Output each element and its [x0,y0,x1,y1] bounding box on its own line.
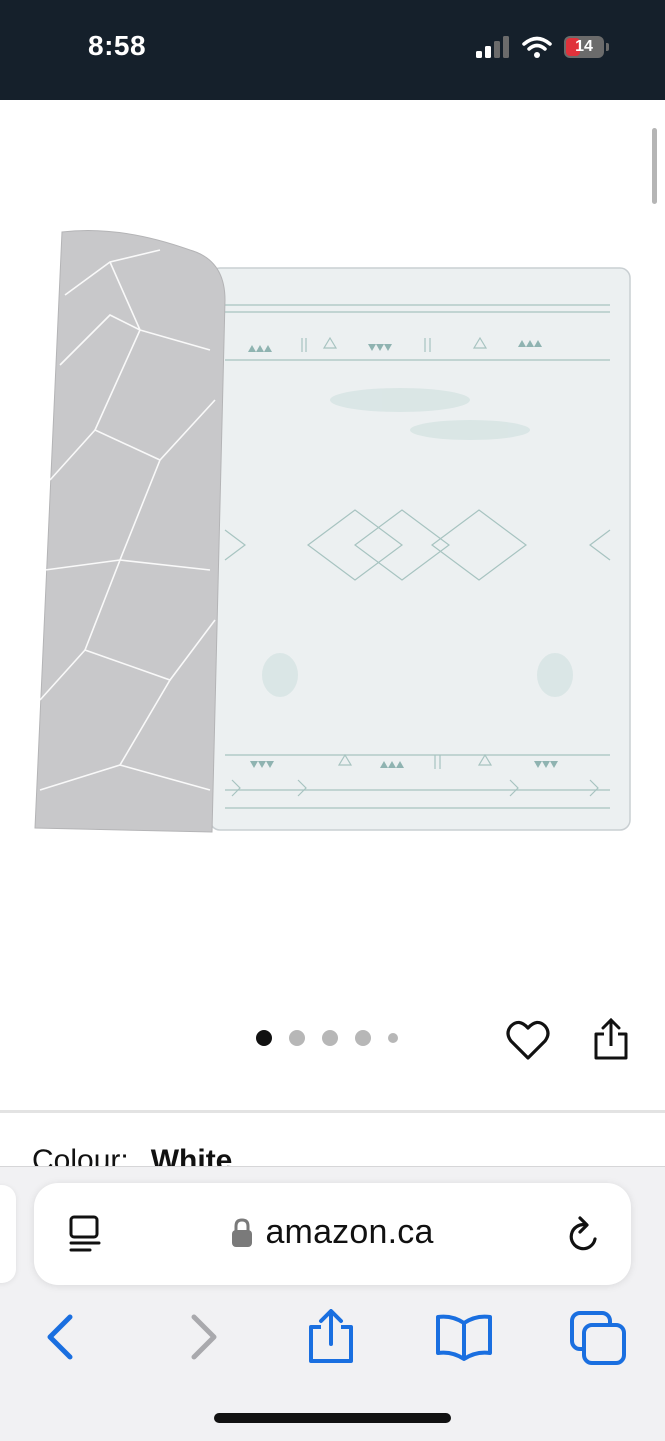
browser-toolbar: amazon.ca [0,1166,665,1441]
back-icon[interactable] [34,1309,94,1365]
forward-icon[interactable] [172,1309,232,1365]
carousel-dot-3[interactable] [322,1030,338,1046]
status-icons: 14 [476,36,609,58]
mat-front [209,267,631,831]
url-text[interactable]: amazon.ca [265,1213,433,1252]
share-icon[interactable] [301,1309,361,1365]
product-image[interactable] [0,100,665,1000]
bookmarks-icon[interactable] [434,1309,494,1365]
status-bar: 8:58 14 [0,0,665,100]
scroll-indicator [652,128,657,204]
share-icon[interactable] [590,1018,632,1062]
image-carousel-dots[interactable] [256,1030,398,1046]
mat-roll [34,230,226,833]
colour-value: White [150,1144,233,1166]
battery-icon: 14 [564,36,604,58]
carousel-dot-5[interactable] [388,1033,398,1043]
reload-icon[interactable] [565,1215,603,1255]
carousel-dot-1[interactable] [256,1030,272,1046]
address-bar[interactable]: amazon.ca [34,1183,631,1285]
url-display[interactable]: amazon.ca [34,1213,631,1252]
battery-level: 14 [575,38,593,55]
cellular-signal-icon [476,36,509,58]
heart-icon[interactable] [505,1018,551,1062]
lock-icon [232,1217,253,1247]
colour-selection-row: Colour: White [32,1142,652,1166]
carousel-dot-2[interactable] [289,1030,305,1046]
previous-tab-preview[interactable] [0,1185,16,1283]
colour-label: Colour: [32,1144,129,1166]
status-time: 8:58 [88,30,147,61]
home-indicator[interactable] [214,1413,451,1423]
section-divider [0,1110,665,1113]
battery-tip [606,43,609,51]
tabs-icon[interactable] [568,1309,628,1365]
wifi-icon [522,36,552,58]
carousel-dot-4[interactable] [355,1030,371,1046]
